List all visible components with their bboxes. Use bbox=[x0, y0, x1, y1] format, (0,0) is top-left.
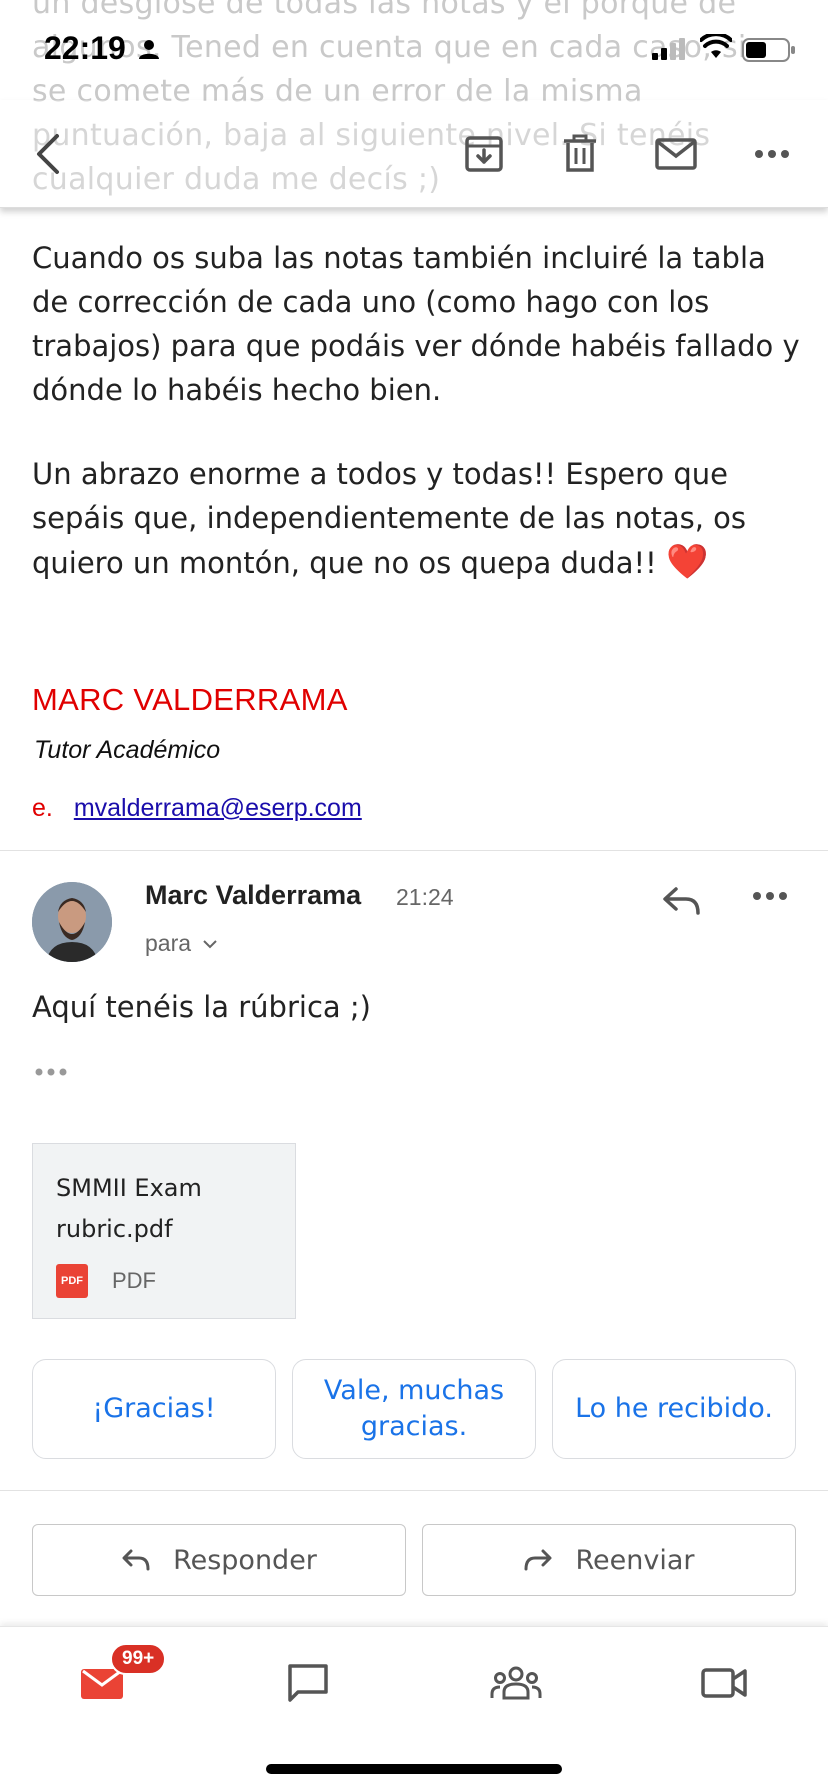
forward-icon bbox=[524, 1549, 552, 1571]
reply-icon bbox=[122, 1549, 150, 1571]
show-trimmed-content-button[interactable] bbox=[34, 1064, 68, 1082]
reply-icon bbox=[663, 887, 700, 915]
attachment-type-row: PDF PDF bbox=[56, 1264, 156, 1298]
recipients-toggle[interactable]: para bbox=[145, 930, 217, 957]
archive-icon bbox=[465, 136, 503, 172]
signature-email-prefix: e. bbox=[32, 794, 53, 822]
person-icon bbox=[139, 40, 159, 59]
back-button[interactable] bbox=[22, 128, 74, 180]
message-time: 21:24 bbox=[396, 884, 454, 910]
message-body: Aquí tenéis la rúbrica ;) bbox=[32, 990, 371, 1024]
nav-spaces-tab[interactable] bbox=[486, 1653, 546, 1713]
delete-button[interactable] bbox=[554, 128, 606, 180]
home-indicator[interactable] bbox=[266, 1764, 562, 1774]
actions-divider bbox=[0, 1490, 828, 1491]
smart-reply-button[interactable]: ¡Gracias! bbox=[32, 1359, 276, 1459]
message-paragraph: Cuando os suba las notas también incluir… bbox=[32, 241, 800, 407]
chat-icon bbox=[288, 1664, 328, 1702]
more-horiz-icon bbox=[753, 892, 787, 900]
to-label: para bbox=[145, 930, 192, 956]
status-time: 22:19 bbox=[44, 30, 126, 66]
unread-count-badge: 99+ bbox=[110, 1643, 167, 1675]
status-bar: 22:19 bbox=[0, 0, 828, 100]
message-paragraph-text: Un abrazo enorme a todos y todas!! Esper… bbox=[32, 457, 746, 580]
meet-icon bbox=[701, 1668, 747, 1698]
email-toolbar bbox=[0, 100, 828, 208]
signature-name: MARC VALDERRAMA bbox=[32, 682, 348, 717]
message-paragraph: Un abrazo enorme a todos y todas!! Esper… bbox=[32, 452, 802, 585]
forward-label: Reenviar bbox=[575, 1544, 695, 1576]
trash-icon bbox=[564, 134, 596, 172]
more-horiz-icon bbox=[755, 150, 789, 158]
chevron-down-icon bbox=[203, 939, 217, 948]
nav-chat-tab[interactable] bbox=[278, 1653, 338, 1713]
more-horiz-icon bbox=[35, 1068, 67, 1076]
nav-meet-tab[interactable] bbox=[694, 1653, 754, 1713]
signature-role: Tutor Académico bbox=[34, 736, 221, 764]
mark-unread-button[interactable] bbox=[650, 128, 702, 180]
sender-name: Marc Valderrama bbox=[145, 880, 362, 910]
attachment-type: PDF bbox=[112, 1268, 156, 1293]
message-more-button[interactable] bbox=[752, 888, 788, 906]
battery-icon bbox=[742, 38, 795, 62]
signature-email-row: e. mvalderrama@eserp.com bbox=[32, 794, 362, 823]
pdf-icon: PDF bbox=[56, 1264, 88, 1298]
reply-label: Responder bbox=[173, 1544, 317, 1576]
message-divider bbox=[0, 850, 828, 851]
more-options-button[interactable] bbox=[746, 128, 798, 180]
attachment-name: SMMII Exam rubric.pdf bbox=[56, 1174, 202, 1243]
smart-reply-button[interactable]: Vale, muchas gracias. bbox=[292, 1359, 536, 1459]
spaces-icon bbox=[490, 1666, 542, 1700]
forward-action-button[interactable]: Reenviar bbox=[422, 1524, 796, 1596]
wifi-icon bbox=[700, 34, 732, 58]
mail-icon bbox=[655, 138, 697, 170]
heart-emoji: ❤️ bbox=[665, 542, 709, 582]
attachment-card[interactable]: SMMII Exam rubric.pdf PDF PDF bbox=[32, 1143, 296, 1319]
reply-action-button[interactable]: Responder bbox=[32, 1524, 406, 1596]
reply-button[interactable] bbox=[662, 886, 702, 921]
smart-reply-button[interactable]: Lo he recibido. bbox=[552, 1359, 796, 1459]
avatar-image bbox=[32, 882, 112, 962]
cellular-signal-icon bbox=[652, 38, 685, 60]
signature-email-link[interactable]: mvalderrama@eserp.com bbox=[74, 794, 362, 822]
avatar[interactable] bbox=[32, 882, 112, 962]
chevron-left-icon bbox=[37, 134, 59, 174]
archive-button[interactable] bbox=[458, 128, 510, 180]
